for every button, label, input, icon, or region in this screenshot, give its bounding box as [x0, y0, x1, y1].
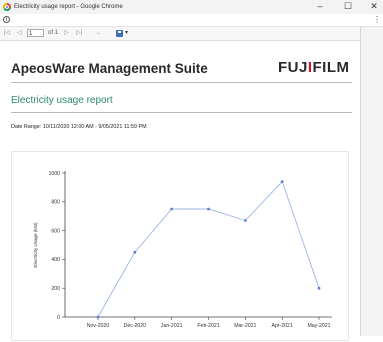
last-page-button[interactable]: ▷|: [76, 27, 82, 40]
page-number-input[interactable]: 1: [27, 29, 44, 37]
x-tick-label: Apr-2021: [271, 323, 292, 329]
page-count-label: of 1: [48, 30, 59, 36]
y-tick-label: 200: [51, 286, 60, 292]
close-button[interactable]: ✕: [365, 0, 383, 14]
x-tick-label: Jan-2021: [161, 323, 183, 329]
series-line: [97, 180, 320, 318]
browser-title-bar: Electricity usage report - Google Chrome…: [0, 0, 383, 15]
header-divider: [11, 82, 352, 83]
browser-menu-icon[interactable]: ⋮: [373, 15, 381, 25]
suite-title: ApeosWare Management Suite: [11, 61, 208, 76]
minimize-button[interactable]: –: [311, 0, 329, 14]
report-page: ApeosWare Management Suite FUJIFILM Elec…: [0, 41, 360, 341]
maximize-button[interactable]: ☐: [339, 0, 357, 14]
x-tick-label: Mar-2021: [234, 323, 256, 329]
y-tick-label: 400: [51, 257, 60, 263]
address-bar: i ⋮: [0, 14, 383, 27]
data-point: [280, 180, 284, 184]
report-viewer-toolbar: |◁ ◁ 1 of 1 ▷ ▷| ← ▾: [0, 27, 360, 41]
window-title: Electricity usage report - Google Chrome: [14, 4, 123, 10]
chart-frame: 0 200 400 600 800 1000 Nov-2020 Dec-2020 Jan-202…: [11, 151, 349, 341]
export-icon[interactable]: [116, 30, 123, 37]
export-dropdown-icon[interactable]: ▾: [125, 27, 128, 40]
fujifilm-logo: FUJIFILM: [278, 59, 350, 76]
date-range: Date Range: 10/11/2020 12:00 AM - 9/05/2…: [11, 124, 147, 130]
info-icon[interactable]: i: [3, 16, 10, 23]
x-tick-label: May-2021: [307, 323, 330, 329]
y-tick-label: 0: [57, 315, 60, 321]
data-point: [243, 219, 247, 222]
y-tick-label: 1000: [48, 171, 60, 177]
x-tick-label: Feb-2021: [197, 323, 219, 329]
report-title: Electricity usage report: [11, 95, 113, 106]
x-tick-label: Dec-2020: [124, 323, 147, 329]
data-point: [317, 286, 321, 290]
chrome-icon: [3, 3, 11, 11]
y-tick-label: 800: [51, 200, 60, 206]
previous-page-button[interactable]: ◁: [17, 27, 22, 40]
data-point: [96, 315, 100, 319]
title-divider: [11, 112, 352, 113]
data-point: [207, 207, 210, 211]
data-point: [133, 250, 137, 254]
electricity-usage-chart: 0 200 400 600 800 1000 Nov-2020 Dec-2020 Jan-202…: [33, 171, 332, 329]
y-tick-label: 600: [51, 228, 60, 234]
back-button[interactable]: ←: [96, 27, 102, 40]
x-tick-label: Nov-2020: [87, 323, 110, 329]
y-axis-label: Electricity Usage (kW): [33, 222, 38, 268]
data-point: [170, 207, 174, 211]
next-page-button[interactable]: ▷: [64, 27, 69, 40]
side-panel: [360, 27, 383, 336]
first-page-button[interactable]: |◁: [4, 27, 10, 40]
